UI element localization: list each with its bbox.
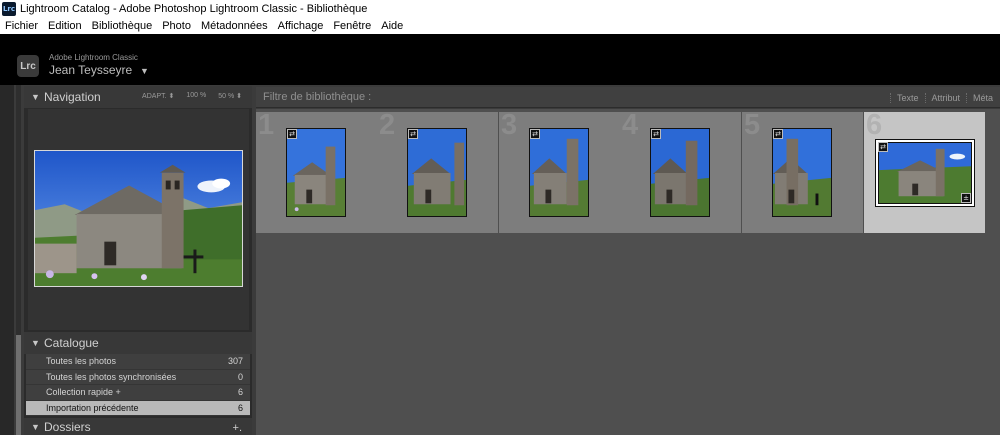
catalog-header[interactable]: ▼ Catalogue (24, 332, 252, 354)
menu-affichage[interactable]: Affichage (273, 20, 329, 32)
user-name[interactable]: Jean Teysseyre (49, 63, 132, 77)
library-filter-title: Filtre de bibliothèque : (263, 91, 372, 103)
navigator-zoom-options: ADAPT. ⬍ 100 % 50 % ⬍ (142, 92, 242, 100)
identity-plate: Lrc Adobe Lightroom Classic Jean Teyssey… (0, 34, 1000, 85)
window-title: Lightroom Catalog - Adobe Photoshop Ligh… (20, 3, 368, 15)
product-name: Adobe Lightroom Classic (49, 53, 138, 62)
catalog-item-count: 307 (227, 356, 243, 367)
menu-edition[interactable]: Edition (43, 20, 87, 32)
cell-index: 4 (622, 109, 639, 141)
folders-header[interactable]: ▼ Dossiers +. (24, 418, 252, 435)
catalog-item-selected[interactable]: Importation précédente 6 (26, 400, 250, 416)
grid-cell[interactable]: 1 ⇄ (256, 109, 377, 233)
zoom-50-option[interactable]: 50 % ⬍ (218, 92, 242, 100)
filter-tab-attribute[interactable]: Attribut (924, 92, 967, 103)
cell-index: 3 (501, 109, 518, 141)
catalog-item-count: 0 (237, 371, 243, 382)
zoom-100-option[interactable]: 100 % (186, 92, 206, 100)
filter-tab-metadata[interactable]: Méta (966, 92, 999, 103)
menu-fenetre[interactable]: Fenêtre (328, 20, 376, 32)
catalog-item-count: 6 (237, 387, 243, 398)
catalog-item-label: Toutes les photos synchronisées (46, 371, 177, 382)
sync-badge-icon: ⇄ (651, 129, 661, 139)
catalog-item-count: 6 (237, 402, 243, 413)
edit-badge-icon: ± (961, 193, 971, 203)
menu-metadonnees[interactable]: Métadonnées (196, 20, 273, 32)
sync-badge-icon: ⇄ (773, 129, 783, 139)
lightroom-app-icon: Lrc (2, 2, 16, 16)
folders-title: Dossiers (44, 419, 91, 434)
collapse-triangle-icon[interactable]: ▼ (31, 422, 41, 432)
menu-bibliotheque[interactable]: Bibliothèque (87, 20, 158, 32)
cell-index: 5 (744, 109, 761, 141)
catalog-item[interactable]: Toutes les photos synchronisées 0 (26, 369, 250, 385)
zoom-fit-option[interactable]: ADAPT. ⬍ (142, 92, 174, 100)
grid-cell[interactable]: 5 ⇄ (742, 109, 863, 233)
catalog-item[interactable]: Collection rapide + 6 (26, 385, 250, 401)
navigator-preview-image[interactable] (34, 150, 243, 287)
add-folder-button[interactable]: +. (233, 422, 242, 434)
cell-index: 1 (258, 109, 275, 141)
filter-tab-text[interactable]: Texte (890, 92, 925, 103)
menu-aide[interactable]: Aide (376, 20, 408, 32)
grid-cell[interactable]: 3 ⇄ (499, 109, 620, 233)
left-panel-scrollbar-thumb[interactable] (16, 335, 21, 435)
sync-badge-icon: ⇄ (530, 129, 540, 139)
catalog-item-label: Importation précédente (46, 402, 139, 413)
left-edge-strip (0, 85, 14, 435)
photo-thumbnail[interactable] (407, 128, 467, 217)
photo-thumbnail[interactable] (772, 128, 832, 217)
navigator-header[interactable]: ▼ Navigation ADAPT. ⬍ 100 % 50 % ⬍ (24, 86, 252, 108)
sync-badge-icon: ⇄ (878, 142, 888, 152)
catalog-item[interactable]: Toutes les photos 307 (26, 354, 250, 370)
grid-cell-selected[interactable]: 6 ⇄ ± (864, 109, 985, 233)
menu-bar: Fichier Edition Bibliothèque Photo Métad… (0, 18, 1000, 34)
filter-tabs: Texte Attribut Méta (890, 87, 999, 108)
collapse-triangle-icon[interactable]: ▼ (31, 338, 41, 348)
grid-cell[interactable]: 4 ⇄ (620, 109, 741, 233)
grid-cell[interactable]: 2 ⇄ (377, 109, 498, 233)
catalog-title: Catalogue (44, 336, 99, 350)
user-menu-caret-icon[interactable]: ▼ (140, 66, 149, 76)
navigator-title: Navigation (44, 90, 101, 104)
menu-fichier[interactable]: Fichier (0, 20, 43, 32)
sync-badge-icon: ⇄ (408, 129, 418, 139)
sync-badge-icon: ⇄ (287, 129, 297, 139)
catalog-item-label: Collection rapide + (46, 387, 121, 398)
photo-thumbnail[interactable] (650, 128, 710, 217)
catalog-list: Toutes les photos 307 Toutes les photos … (26, 354, 250, 416)
photo-thumbnail[interactable] (286, 128, 346, 217)
cell-index: 6 (866, 109, 883, 141)
photo-thumbnail[interactable] (529, 128, 589, 217)
photo-thumbnail[interactable] (878, 142, 972, 204)
lrc-logo-icon: Lrc (17, 55, 39, 77)
menu-photo[interactable]: Photo (157, 20, 196, 32)
cell-index: 2 (379, 109, 396, 141)
library-filter-bar: Filtre de bibliothèque : Texte Attribut … (256, 87, 1000, 108)
title-bar: Lrc Lightroom Catalog - Adobe Photoshop … (0, 0, 1000, 18)
collapse-triangle-icon[interactable]: ▼ (31, 92, 41, 102)
catalog-item-label: Toutes les photos (46, 356, 117, 367)
